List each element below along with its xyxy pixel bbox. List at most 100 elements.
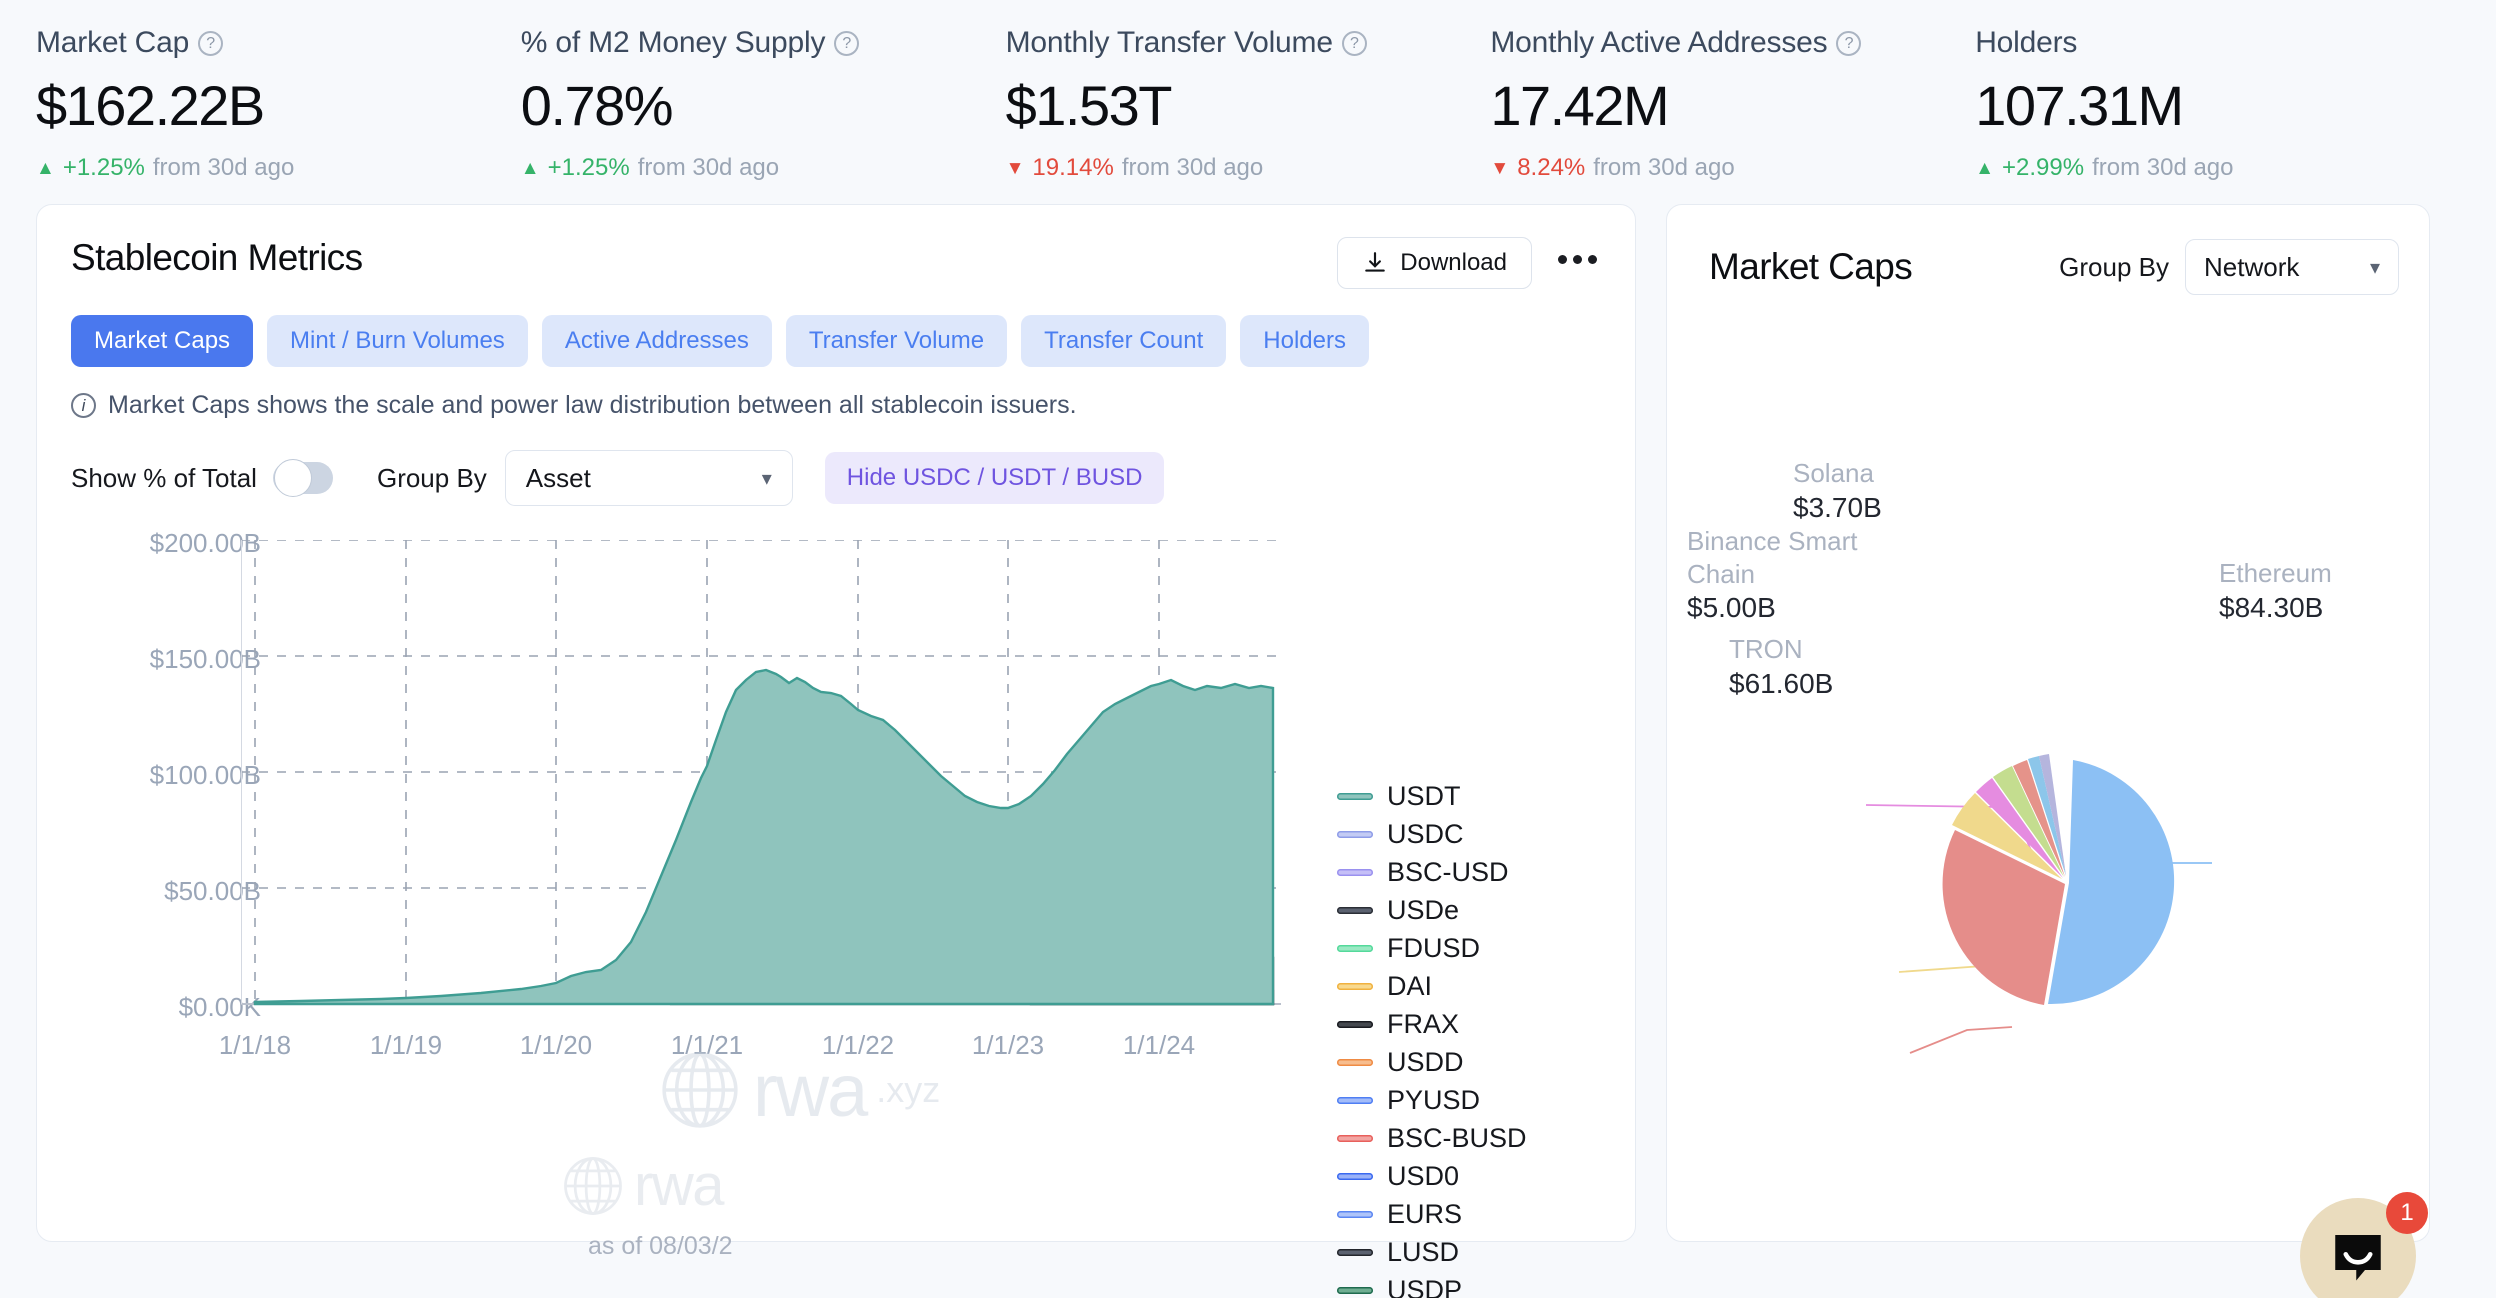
pie-card-title: Market Caps [1709, 246, 2059, 288]
card-header-area: Stablecoin Metrics Download Market [37, 205, 1635, 506]
kpi-delta-value: +2.99% [2002, 154, 2084, 182]
legend-label: USDP [1387, 1275, 1462, 1298]
chat-bubble-icon [2330, 1228, 2386, 1284]
legend-item-pyusd[interactable]: PYUSD [1337, 1081, 1527, 1119]
tab-transfer-volume[interactable]: Transfer Volume [786, 315, 1007, 367]
group-by-value: Asset [526, 463, 762, 494]
legend-label: PYUSD [1387, 1085, 1480, 1116]
pie-label-value: $5.00B [1687, 590, 1872, 626]
as-of-timestamp: as of 08/03/2 [588, 1232, 733, 1261]
metric-description-text: Market Caps shows the scale and power la… [108, 391, 1077, 420]
triangle-up-icon: ▲ [521, 159, 540, 178]
tab-mint-burn-volumes[interactable]: Mint / Burn Volumes [267, 315, 528, 367]
legend-label: FRAX [1387, 1009, 1459, 1040]
pie-label-name: Ethereum [2219, 557, 2332, 590]
legend-item-fdusd[interactable]: FDUSD [1337, 929, 1527, 967]
legend-label: DAI [1387, 971, 1432, 1002]
kpi-delta: ▲ +2.99% from 30d ago [1975, 154, 2460, 182]
legend-item-usd0[interactable]: USD0 [1337, 1157, 1527, 1195]
pie-label-ethereum: Ethereum $84.30B [2219, 557, 2332, 626]
hide-major-stables-button[interactable]: Hide USDC / USDT / BUSD [825, 452, 1165, 504]
legend-label: BSC-BUSD [1387, 1123, 1527, 1154]
kpi-value: 107.31M [1975, 76, 2460, 136]
legend-item-usde[interactable]: USDe [1337, 891, 1527, 929]
legend-label: BSC-USD [1387, 857, 1509, 888]
legend-swatch [1337, 1135, 1373, 1142]
legend-label: FDUSD [1387, 933, 1480, 964]
tab-active-addresses[interactable]: Active Addresses [542, 315, 772, 367]
legend-item-dai[interactable]: DAI [1337, 967, 1527, 1005]
kpi-card-holders: Holders 107.31M ▲ +2.99% from 30d ago [1975, 26, 2460, 182]
pie-slices [1943, 754, 2175, 1005]
kpi-label: Monthly Active Addresses [1490, 26, 1827, 60]
group-by-select[interactable]: Asset ▾ [505, 450, 793, 506]
legend-label: USDe [1387, 895, 1459, 926]
show-percent-toggle[interactable] [273, 462, 333, 494]
chevron-down-icon: ▾ [2370, 255, 2380, 280]
legend-item-frax[interactable]: FRAX [1337, 1005, 1527, 1043]
kpi-delta-value: +1.25% [548, 154, 630, 182]
kpi-card-m2-share: % of M2 Money Supply ? 0.78% ▲ +1.25% fr… [521, 26, 1006, 182]
tab-transfer-count[interactable]: Transfer Count [1021, 315, 1226, 367]
legend-swatch [1337, 1173, 1373, 1180]
legend-item-usdd[interactable]: USDD [1337, 1043, 1527, 1081]
pie-group-by-select[interactable]: Network ▾ [2185, 239, 2399, 295]
tab-holders[interactable]: Holders [1240, 315, 1369, 367]
x-tick-label: 1/1/21 [671, 1030, 743, 1061]
question-circle-icon[interactable]: ? [1342, 31, 1367, 56]
question-circle-icon[interactable]: ? [1836, 31, 1861, 56]
legend-label: USDD [1387, 1047, 1464, 1078]
kpi-header: Monthly Transfer Volume ? [1006, 26, 1491, 60]
kpi-delta-suffix: from 30d ago [1122, 154, 1263, 182]
pie-group-by-value: Network [2204, 252, 2370, 283]
legend-item-lusd[interactable]: LUSD [1337, 1233, 1527, 1271]
kpi-header: Market Cap ? [36, 26, 521, 60]
group-by-label: Group By [377, 463, 487, 494]
download-button[interactable]: Download [1337, 237, 1532, 289]
legend-item-usdt[interactable]: USDT [1337, 777, 1527, 815]
pie-label-tron: TRON $61.60B [1729, 633, 1833, 702]
market-caps-pie-card: Market Caps Group By Network ▾ [1666, 204, 2430, 1242]
question-circle-icon[interactable]: ? [834, 31, 859, 56]
pie-watermark: rwa [560, 1152, 723, 1219]
more-options-button[interactable] [1554, 247, 1601, 272]
legend-item-eurs[interactable]: EURS [1337, 1195, 1527, 1233]
tab-market-caps[interactable]: Market Caps [71, 315, 253, 367]
triangle-up-icon: ▲ [1975, 159, 1994, 178]
kpi-header: Monthly Active Addresses ? [1490, 26, 1975, 60]
pie-label-solana: Solana $3.70B [1793, 457, 1882, 526]
pie-label-value: $84.30B [2219, 590, 2332, 626]
legend-swatch [1337, 869, 1373, 876]
series-stack [255, 670, 1273, 1004]
legend-swatch [1337, 945, 1373, 952]
toggle-knob [274, 459, 312, 497]
pie-label-name: Binance Smart Chain [1687, 525, 1872, 590]
x-tick-label: 1/1/23 [972, 1030, 1044, 1061]
kpi-delta-value: 19.14% [1032, 154, 1113, 182]
pie-label-binance-smart-chain: Binance Smart Chain $5.00B [1687, 525, 1872, 626]
kpi-value: 17.42M [1490, 76, 1975, 136]
legend-item-bsc-usd[interactable]: BSC-USD [1337, 853, 1527, 891]
kpi-label: Holders [1975, 26, 2077, 60]
kpi-header: Holders [1975, 26, 2460, 60]
legend-item-usdc[interactable]: USDC [1337, 815, 1527, 853]
pie-chart[interactable]: Solana $3.70B Binance Smart Chain $5.00B… [1667, 295, 2431, 1155]
kpi-delta-suffix: from 30d ago [638, 154, 779, 182]
kpi-label: % of M2 Money Supply [521, 26, 825, 60]
question-circle-icon[interactable]: ? [198, 31, 223, 56]
kpi-value: $162.22B [36, 76, 521, 136]
triangle-down-icon: ▼ [1490, 159, 1509, 178]
kpi-value: 0.78% [521, 76, 1006, 136]
pie-card-header: Market Caps Group By Network ▾ [1667, 205, 2429, 295]
legend-label: LUSD [1387, 1237, 1459, 1268]
kpi-strip: Market Cap ? $162.22B ▲ +1.25% from 30d … [0, 0, 2496, 182]
plot-area [241, 540, 1281, 1040]
legend-item-usdp[interactable]: USDP [1337, 1271, 1527, 1298]
chart-controls: Show % of Total Group By Asset ▾ Hide US… [71, 450, 1601, 506]
legend-item-bsc-busd[interactable]: BSC-BUSD [1337, 1119, 1527, 1157]
triangle-down-icon: ▼ [1006, 159, 1025, 178]
kpi-delta: ▲ +1.25% from 30d ago [521, 154, 1006, 182]
kpi-label: Monthly Transfer Volume [1006, 26, 1333, 60]
download-button-label: Download [1400, 249, 1507, 277]
metric-description: i Market Caps shows the scale and power … [71, 391, 1601, 420]
